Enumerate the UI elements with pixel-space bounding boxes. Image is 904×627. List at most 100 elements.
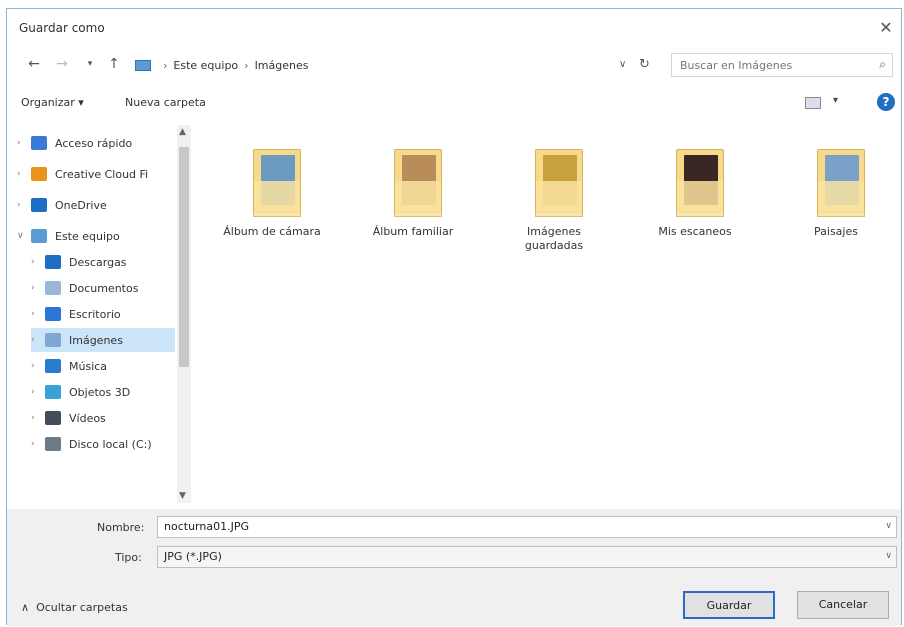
cancel-button[interactable]: Cancelar <box>797 591 889 619</box>
sidebar-item-documentos[interactable]: › Documentos <box>31 276 138 300</box>
save-button[interactable]: Guardar <box>683 591 775 619</box>
expand-chevron-icon[interactable]: › <box>31 361 45 371</box>
sidebar-item-label: Vídeos <box>69 411 106 425</box>
sidebar-item-descargas[interactable]: › Descargas <box>31 250 127 274</box>
breadcrumb-separator-icon: › <box>244 58 249 72</box>
expand-chevron-icon[interactable]: › <box>31 335 45 345</box>
forward-arrow-icon[interactable]: → <box>53 55 71 73</box>
search-box[interactable]: ⌕ <box>671 53 893 77</box>
folder-item[interactable]: Paisajes <box>781 131 891 271</box>
sidebar-item-objetos-3d[interactable]: › Objetos 3D <box>31 380 130 404</box>
navigation-bar: ← → ▾ ↑ › Este equipo › Imágenes ∨ ↻ ⌕ <box>7 49 901 81</box>
folder-item[interactable]: Álbum de cámara <box>217 131 327 271</box>
expand-chevron-icon[interactable]: › <box>31 413 45 423</box>
expand-chevron-icon[interactable]: › <box>31 257 45 267</box>
up-arrow-icon[interactable]: ↑ <box>105 55 123 73</box>
dialog-title: Guardar como <box>19 21 105 35</box>
navigation-pane: › Acceso rápido › Creative Cloud Fi › On… <box>11 125 191 503</box>
address-dropdown-chevron-icon[interactable]: ∨ <box>619 59 626 70</box>
computer-icon <box>135 59 151 71</box>
command-bar: Organizar ▾ Nueva carpeta ▾ ? <box>7 89 901 119</box>
help-icon[interactable]: ? <box>877 93 895 111</box>
back-arrow-icon[interactable]: ← <box>25 55 43 73</box>
file-type-value: JPG (*.JPG) <box>164 550 222 563</box>
file-name-field[interactable]: nocturna01.JPG ∨ <box>157 516 897 538</box>
search-input[interactable] <box>672 54 862 76</box>
sidebar-item-quick-access[interactable]: › Acceso rápido <box>17 131 132 155</box>
documents-icon <box>45 281 61 295</box>
sidebar-item-este-equipo[interactable]: ∨ Este equipo <box>17 224 120 248</box>
sidebar-item-disco-local[interactable]: › Disco local (C:) <box>31 432 152 456</box>
folder-item[interactable]: Imágenes guardadas <box>499 131 609 271</box>
sidebar-item-creative-cloud[interactable]: › Creative Cloud Fi <box>17 162 148 186</box>
expand-chevron-icon[interactable]: › <box>17 169 31 179</box>
sidebar-item-onedrive[interactable]: › OneDrive <box>17 193 107 217</box>
sidebar-item-videos[interactable]: › Vídeos <box>31 406 106 430</box>
close-icon[interactable]: ✕ <box>875 17 897 39</box>
folder-front <box>535 181 583 217</box>
sidebar-item-label: OneDrive <box>55 198 107 212</box>
breadcrumb-imagenes[interactable]: Imágenes <box>255 59 309 72</box>
sidebar-scrollbar[interactable]: ▲ ▼ <box>177 125 191 503</box>
star-icon <box>31 136 47 150</box>
sidebar-item-imagenes[interactable]: › Imágenes <box>31 328 175 352</box>
video-icon <box>45 411 61 425</box>
folder-front <box>817 181 865 217</box>
sidebar-item-label: Música <box>69 359 108 373</box>
recent-locations-chevron-icon[interactable]: ▾ <box>81 55 99 73</box>
scrollbar-thumb[interactable] <box>179 147 189 367</box>
search-icon[interactable]: ⌕ <box>879 57 886 72</box>
folder-label: Paisajes <box>814 225 858 238</box>
folder-item[interactable]: Álbum familiar <box>358 131 468 271</box>
file-type-select[interactable]: JPG (*.JPG) ∨ <box>157 546 897 568</box>
expand-chevron-icon[interactable]: › <box>31 309 45 319</box>
cloud-icon <box>31 198 47 212</box>
desktop-icon <box>45 307 61 321</box>
expand-chevron-icon[interactable]: › <box>31 283 45 293</box>
file-type-label: Tipo: <box>115 551 142 564</box>
pictures-icon <box>45 333 61 347</box>
scroll-up-icon[interactable]: ▲ <box>179 127 186 137</box>
sidebar-item-label: Descargas <box>69 255 127 269</box>
folder-front <box>253 181 301 217</box>
disk-icon <box>45 437 61 451</box>
computer-icon <box>31 229 47 243</box>
hide-folders-label: Ocultar carpetas <box>36 601 128 614</box>
address-bar[interactable]: › Este equipo › Imágenes <box>135 53 665 77</box>
folder-label: Mis escaneos <box>658 225 732 238</box>
organize-button[interactable]: Organizar ▾ <box>21 96 84 109</box>
music-icon <box>45 359 61 373</box>
sidebar-item-escritorio[interactable]: › Escritorio <box>31 302 121 326</box>
scroll-down-icon[interactable]: ▼ <box>179 491 186 501</box>
collapse-chevron-icon[interactable]: ∨ <box>17 231 31 241</box>
sidebar-item-label: Documentos <box>69 281 139 295</box>
expand-chevron-icon[interactable]: › <box>17 138 31 148</box>
chevron-down-icon[interactable]: ∨ <box>885 551 892 561</box>
download-icon <box>45 255 61 269</box>
sidebar-item-musica[interactable]: › Música <box>31 354 107 378</box>
sidebar-item-label: Creative Cloud Fi <box>55 167 149 181</box>
view-dropdown-chevron-icon[interactable]: ▾ <box>833 95 838 106</box>
expand-chevron-icon[interactable]: › <box>31 387 45 397</box>
chevron-down-icon[interactable]: ∨ <box>885 521 892 531</box>
title-bar: Guardar como ✕ <box>7 9 901 47</box>
sidebar-item-label: Objetos 3D <box>69 385 131 399</box>
sidebar-item-label: Imágenes <box>69 333 123 347</box>
folder-front <box>676 181 724 217</box>
expand-chevron-icon[interactable]: › <box>31 439 45 449</box>
expand-chevron-icon[interactable]: › <box>17 200 31 210</box>
refresh-icon[interactable]: ↻ <box>639 57 650 72</box>
creative-cloud-icon <box>31 167 47 181</box>
view-options-icon[interactable] <box>805 97 821 109</box>
file-name-value[interactable]: nocturna01.JPG <box>164 520 249 533</box>
file-name-label: Nombre: <box>97 521 145 534</box>
breadcrumb-este-equipo[interactable]: Este equipo <box>173 59 238 72</box>
dialog-footer: Nombre: nocturna01.JPG ∨ Tipo: JPG (*.JP… <box>7 509 901 626</box>
folder-item[interactable]: Mis escaneos <box>640 131 750 271</box>
new-folder-button[interactable]: Nueva carpeta <box>125 96 206 109</box>
sidebar-item-label: Escritorio <box>69 307 121 321</box>
breadcrumb-separator-icon: › <box>163 58 168 72</box>
save-as-dialog: Guardar como ✕ ← → ▾ ↑ › Este equipo › I… <box>6 8 902 626</box>
folder-label: Álbum de cámara <box>223 225 321 238</box>
hide-folders-toggle[interactable]: ∧ Ocultar carpetas <box>21 601 128 614</box>
